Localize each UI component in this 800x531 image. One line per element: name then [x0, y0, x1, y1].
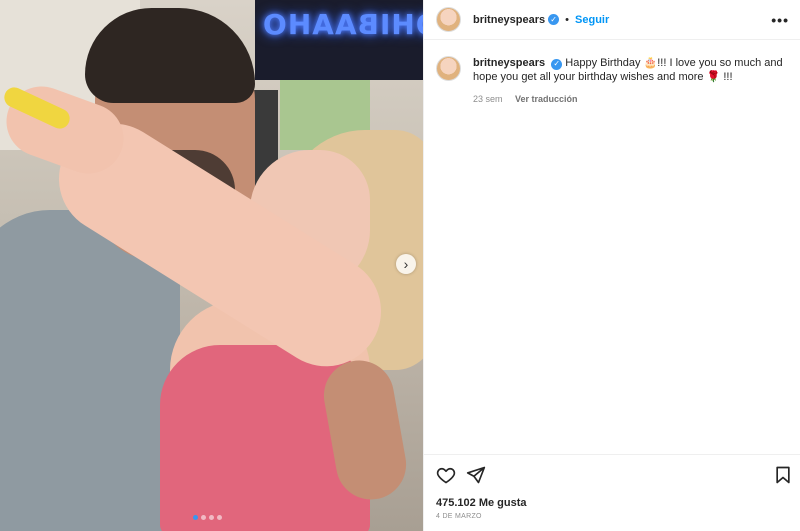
separator-dot: •: [565, 13, 570, 26]
verified-badge-icon: ✓: [548, 14, 560, 25]
carousel-dot[interactable]: [217, 515, 222, 520]
post-header: britneyspears ✓ • Seguir •••: [424, 0, 800, 40]
caption-time[interactable]: 23 sem: [473, 94, 503, 104]
caption-body: britneyspears ✓ Happy Birthday 🎂!!! I lo…: [473, 56, 791, 106]
carousel-dot[interactable]: [193, 515, 198, 520]
caption-comment: britneyspears ✓ Happy Birthday 🎂!!! I lo…: [436, 56, 791, 106]
cake-emoji-icon: 🎂: [643, 57, 658, 69]
caption-meta: 23 sem Ver traducción: [473, 92, 791, 106]
chevron-right-icon: ›: [403, 256, 409, 272]
post-details-panel: britneyspears ✓ • Seguir ••• britneyspea…: [423, 0, 800, 531]
heart-icon[interactable]: [436, 465, 456, 485]
post-media-image[interactable]: OHIBAAHO ›: [0, 0, 423, 531]
header-username[interactable]: britneyspears: [473, 14, 545, 26]
see-translation-button[interactable]: Ver traducción: [515, 94, 578, 104]
caption-username[interactable]: britneyspears: [473, 57, 545, 69]
post-date[interactable]: 4 DE MARZO: [436, 513, 482, 520]
caption-text-part3: !!!: [720, 71, 733, 83]
man-hair: [85, 8, 255, 103]
caption-text-part1: Happy Birthday: [565, 57, 644, 69]
action-bar: [424, 454, 800, 494]
paper-plane-icon[interactable]: [466, 465, 486, 485]
bookmark-icon[interactable]: [773, 465, 793, 485]
carousel-next-button[interactable]: ›: [396, 254, 416, 274]
avatar[interactable]: [436, 7, 461, 32]
likes-count[interactable]: 475.102 Me gusta: [436, 497, 527, 509]
follow-button[interactable]: Seguir: [575, 14, 609, 26]
carousel-dot[interactable]: [209, 515, 214, 520]
carousel-dot[interactable]: [201, 515, 206, 520]
caption-avatar[interactable]: [436, 56, 461, 81]
neon-sign-text: OHIBAAHO: [262, 8, 423, 41]
verified-badge-icon: ✓: [551, 58, 563, 70]
more-options-icon[interactable]: •••: [771, 12, 789, 28]
rose-emoji-icon: 🌹: [706, 71, 721, 83]
carousel-dots: [193, 515, 222, 520]
